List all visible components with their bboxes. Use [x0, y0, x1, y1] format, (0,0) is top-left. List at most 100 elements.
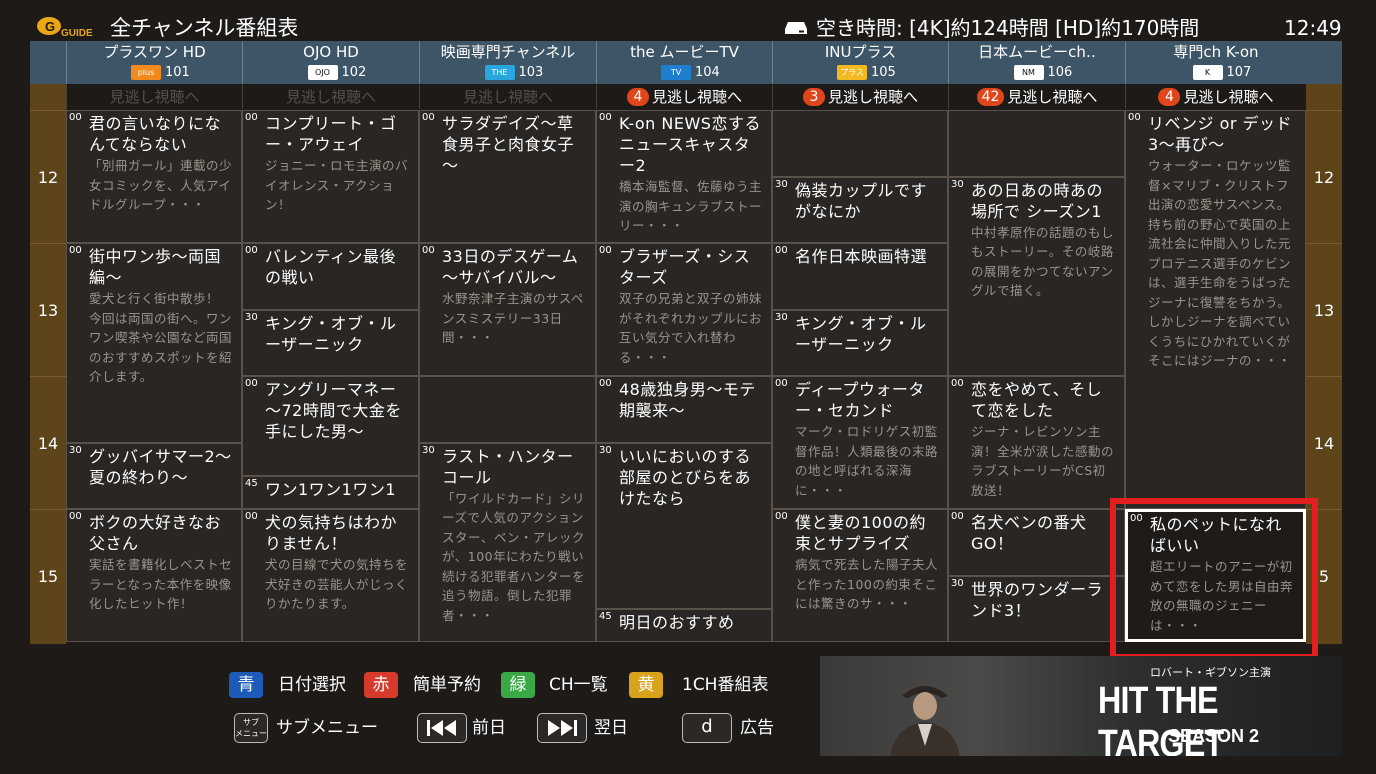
submenu-icon[interactable]: サブ メニュー [234, 713, 268, 743]
program-cell[interactable]: 30 キング・オブ・ルーザーニック [772, 309, 948, 376]
missed-viewing-link[interactable]: 42 見逃し視聴へ [948, 85, 1125, 109]
program-cell[interactable]: 00 リベンジ or デッド3～再び～ ウォーター・ロケッツ監督×マリブ・クリストフ… [1125, 110, 1306, 509]
program-cell[interactable]: 30 あの日あの時あの場所で シーズン1 中村孝原作の話題のもしもストーリー。その岐… [948, 176, 1125, 376]
program-title: サラダデイズ～草食男子と肉食女子～ [442, 114, 575, 175]
program-description: 「別冊ガール」連載の少女コミックを、人気アイドルグループ・・・ [89, 158, 233, 212]
start-minute: 00 [599, 245, 612, 256]
program-cell[interactable]: 00 名犬ベンの番犬GO！ [948, 509, 1125, 576]
missed-label: 見逃し視聴へ [109, 88, 200, 106]
skip-back-icon [427, 720, 456, 736]
program-cell[interactable]: 00 バレンティン最後の戦い [242, 243, 419, 310]
program-cell[interactable]: 00 ブラザーズ・シスターズ 双子の兄弟と双子の姉妹がそれぞれカップルにお互い気分で… [596, 243, 772, 376]
program-title: ディープウォーター・セカンド [795, 380, 925, 420]
program-description: 犬の目線で犬の気持ちを犬好きの芸能人がじっくりかたります。 [265, 557, 409, 611]
color-key-blue[interactable]: 青 [229, 672, 263, 698]
color-key-label: 日付選択 [278, 675, 346, 695]
program-title: K-on NEWS恋するニュースキャスター2 [619, 114, 761, 175]
program-cell[interactable]: 00 僕と妻の100の約束とサプライズ 病気で死去した陽子夫人と作った100の約束そ… [772, 509, 948, 642]
program-cell[interactable]: 00 君の言いなりになんてならない 「別冊ガール」連載の少女コミックを、人気アイドル… [66, 110, 242, 243]
color-key-red[interactable]: 赤 [364, 672, 398, 698]
start-minute: 30 [245, 311, 258, 323]
color-key-green[interactable]: 緑 [501, 672, 535, 698]
program-title: ワン1ワン1ワン1 [265, 479, 397, 499]
missed-viewing-link[interactable]: 3 見逃し視聴へ [772, 85, 948, 109]
start-minute: 30 [951, 178, 964, 190]
submenu-label[interactable]: サブメニュー [276, 715, 378, 741]
program-cell[interactable]: 00 K-on NEWS恋するニュースキャスター2 橋本海監督、佐藤ゆう主演の胸キュ… [596, 110, 772, 243]
program-cell[interactable]: 00 恋をやめて、そして恋をした ジーナ・レビンソン主演！全米が涙した感動のラブスト… [948, 376, 1125, 509]
start-minute: 00 [245, 112, 258, 123]
start-minute: 00 [599, 378, 612, 389]
program-title: 偽装カップルですがなにか [795, 180, 928, 221]
program-description: 橋本海監督、佐藤ゆう主演の胸キュンラブストーリー・・・ [619, 179, 763, 233]
program-cell[interactable]: 00 33日のデスゲーム～サバイバル～ 水野奈津子主演のサスペンスミステリー33日間… [419, 243, 596, 376]
color-key-label: CH一覧 [549, 675, 608, 695]
start-minute: 45 [245, 477, 258, 489]
program-description: 病気で死去した陽子夫人と作った100の約束そこには驚きのサ・・・ [795, 557, 939, 611]
missed-viewing-link[interactable]: 見逃し視聴へ [242, 85, 419, 109]
program-cell[interactable]: 30 ラスト・ハンターコール 「ワイルドカード」シリーズで人気のアクションスター、ベ… [419, 442, 596, 642]
start-minute: 00 [951, 378, 964, 389]
start-minute: 00 [599, 112, 612, 123]
color-key-yellow[interactable]: 黄 [629, 672, 663, 698]
next-day-button[interactable] [537, 713, 587, 743]
start-minute: 00 [775, 378, 788, 389]
program-title: キング・オブ・ルーザーニック [795, 313, 927, 354]
start-minute: 00 [245, 511, 258, 522]
program-cell[interactable]: 30 偽装カップルですがなにか [772, 176, 948, 243]
program-description: 中村孝原作の話題のもしもストーリー。その岐路の展開をかつてないアングルで描く。 [971, 224, 1115, 299]
missed-viewing-link[interactable]: 4 見逃し視聴へ [596, 85, 772, 109]
program-title: コンプリート・ゴー・アウェイ [265, 114, 397, 154]
program-cell[interactable]: 00 ボクの大好きなお父さん 実話を書籍化しベストセラーとなった本作を映像化したヒッ… [66, 509, 242, 642]
program-description: ジーナ・レビンソン主演！全米が涙した感動のラブストーリーがCS初放送！ [971, 424, 1115, 498]
program-description: 実話を書籍化しベストセラーとなった本作を映像化したヒット作！ [89, 557, 233, 611]
ad-banner[interactable]: ロバート・ギブソン主演 HIT THE TARGET SEASON 2 [820, 656, 1342, 756]
program-title: 世界のワンダーランド3！ [971, 579, 1104, 620]
program-cell[interactable]: 00 コンプリート・ゴー・アウェイ ジョニー・ロモ主演のバイオレンス・アクション！ [242, 110, 419, 243]
program-cell[interactable]: 00 名作日本映画特選 [772, 243, 948, 310]
next-day-label[interactable]: 翌日 [594, 715, 628, 741]
banner-subtitle: ロバート・ギブソン主演 [1150, 666, 1271, 679]
program-description: 水野奈津子主演のサスペンスミステリー33日間・・・ [442, 291, 584, 345]
empty-slot[interactable] [948, 110, 1125, 177]
empty-slot[interactable] [772, 110, 948, 177]
program-cell[interactable]: 00 ディープウォーター・セカンド マーク・ロドリゲス初監督作品！人類最後の末路の地… [772, 376, 948, 509]
program-description: 「ワイルドカード」シリーズで人気のアクションスター、ベン・アレックが、100年に… [442, 490, 586, 623]
start-minute: 00 [245, 378, 258, 389]
ad-label[interactable]: 広告 [740, 715, 774, 741]
program-cell[interactable]: 00 サラダデイズ～草食男子と肉食女子～ [419, 110, 596, 243]
prev-day-label[interactable]: 前日 [472, 715, 506, 741]
program-cell[interactable]: 30 キング・オブ・ルーザーニック [242, 309, 419, 376]
program-cell[interactable]: 30 いいにおいのする部屋のとびらをあけたなら [596, 442, 772, 609]
program-cell[interactable]: 00 街中ワン歩～両国編～ 愛犬と行く街中散歩！ 今回は両国の街へ。ワンワン喫茶や公… [66, 243, 242, 443]
program-title: 君の言いなりになんてならない [89, 114, 222, 154]
program-cell[interactable]: 00 アングリーマネー～72時間で大金を手にした男～ [242, 376, 419, 476]
start-minute: 00 [69, 245, 82, 256]
program-description: 愛犬と行く街中散歩！ 今回は両国の街へ。ワンワン喫茶や公園など両国のおすすめスポ… [89, 291, 233, 384]
program-title: 名作日本映画特選 [795, 247, 928, 266]
program-title: 名犬ベンの番犬GO！ [971, 513, 1087, 553]
program-title: グッバイサマー2～夏の終わり～ [89, 446, 232, 487]
missed-viewing-link[interactable]: 4 見逃し視聴へ [1125, 85, 1306, 109]
start-minute: 00 [69, 112, 82, 123]
skip-forward-icon [548, 720, 577, 736]
start-minute: 00 [422, 112, 435, 123]
program-title: 明日のおすすめ [619, 612, 735, 632]
missed-viewing-link[interactable]: 見逃し視聴へ [66, 85, 242, 109]
program-description: 双子の兄弟と双子の姉妹がそれぞれカップルにお互い気分で入れ替わる・・・ [619, 291, 763, 365]
program-cell[interactable]: 00 48歳独身男～モテ期襲来～ [596, 376, 772, 443]
missed-viewing-link[interactable]: 見逃し視聴へ [419, 85, 596, 109]
program-cell[interactable]: 30 グッバイサマー2～夏の終わり～ [66, 442, 242, 509]
program-cell[interactable]: 30 世界のワンダーランド3！ [948, 575, 1125, 642]
prev-day-button[interactable] [417, 713, 467, 743]
program-cell[interactable]: 45 ワン1ワン1ワン1 [242, 475, 419, 509]
program-description: マーク・ロドリゲス初監督作品！人類最後の末路の地と呼ばれる深海に・・・ [795, 424, 939, 498]
program-cell[interactable]: 45 明日のおすすめ [596, 608, 772, 642]
program-cell[interactable]: 00 犬の気持ちはわかりません！ 犬の目線で犬の気持ちを犬好きの芸能人がじっくりかた… [242, 509, 419, 642]
empty-slot[interactable] [419, 376, 596, 443]
start-minute: 30 [422, 444, 435, 456]
program-title: バレンティン最後の戦い [265, 247, 397, 287]
program-title: あの日あの時あの場所で シーズン1 [971, 180, 1104, 221]
d-button[interactable]: d [682, 713, 732, 743]
missed-label: 見逃し視聴へ [462, 88, 553, 106]
